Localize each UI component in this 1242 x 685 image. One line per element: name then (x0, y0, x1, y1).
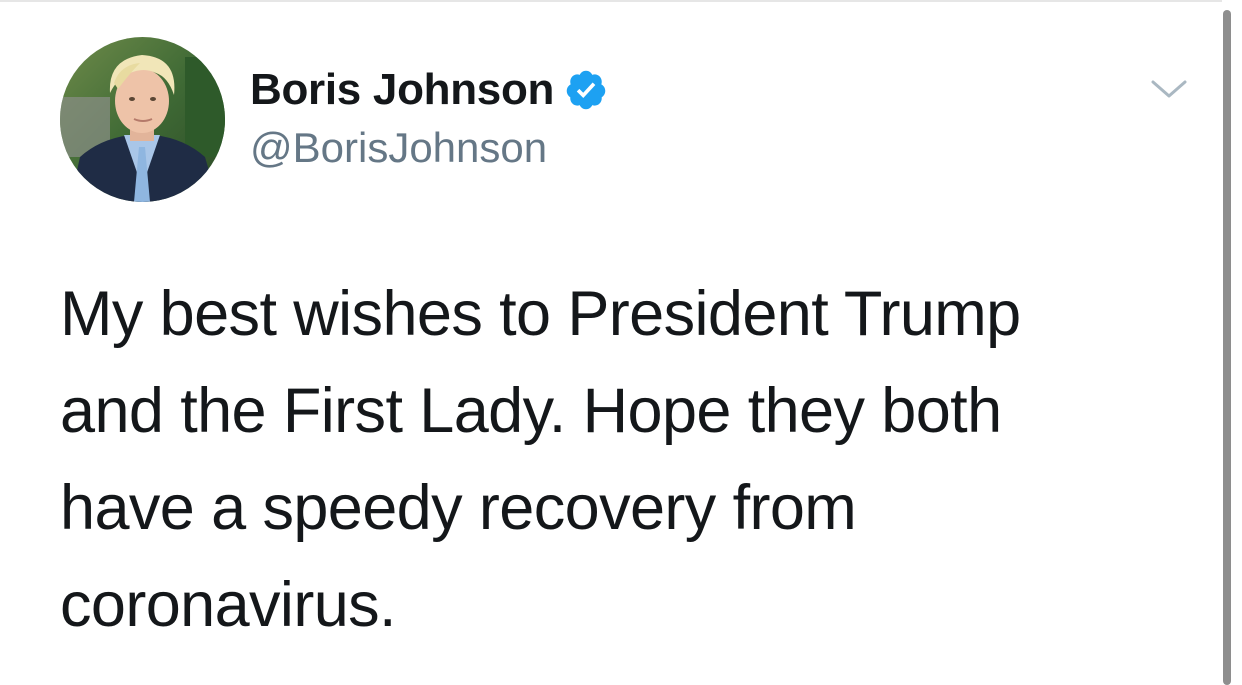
author-display-name[interactable]: Boris Johnson (250, 65, 554, 115)
tweet-card[interactable]: Boris Johnson @BorisJohnson My best wish… (0, 0, 1220, 685)
author-name-row[interactable]: Boris Johnson (250, 62, 608, 118)
profile-photo (60, 37, 225, 202)
avatar[interactable] (60, 37, 225, 202)
chevron-down-icon[interactable] (1150, 74, 1188, 104)
tweet-text: My best wishes to President Trump and th… (60, 279, 1021, 640)
verified-badge-icon (564, 68, 608, 112)
scrollbar-thumb[interactable] (1223, 10, 1231, 685)
author-handle[interactable]: @BorisJohnson (250, 124, 547, 172)
